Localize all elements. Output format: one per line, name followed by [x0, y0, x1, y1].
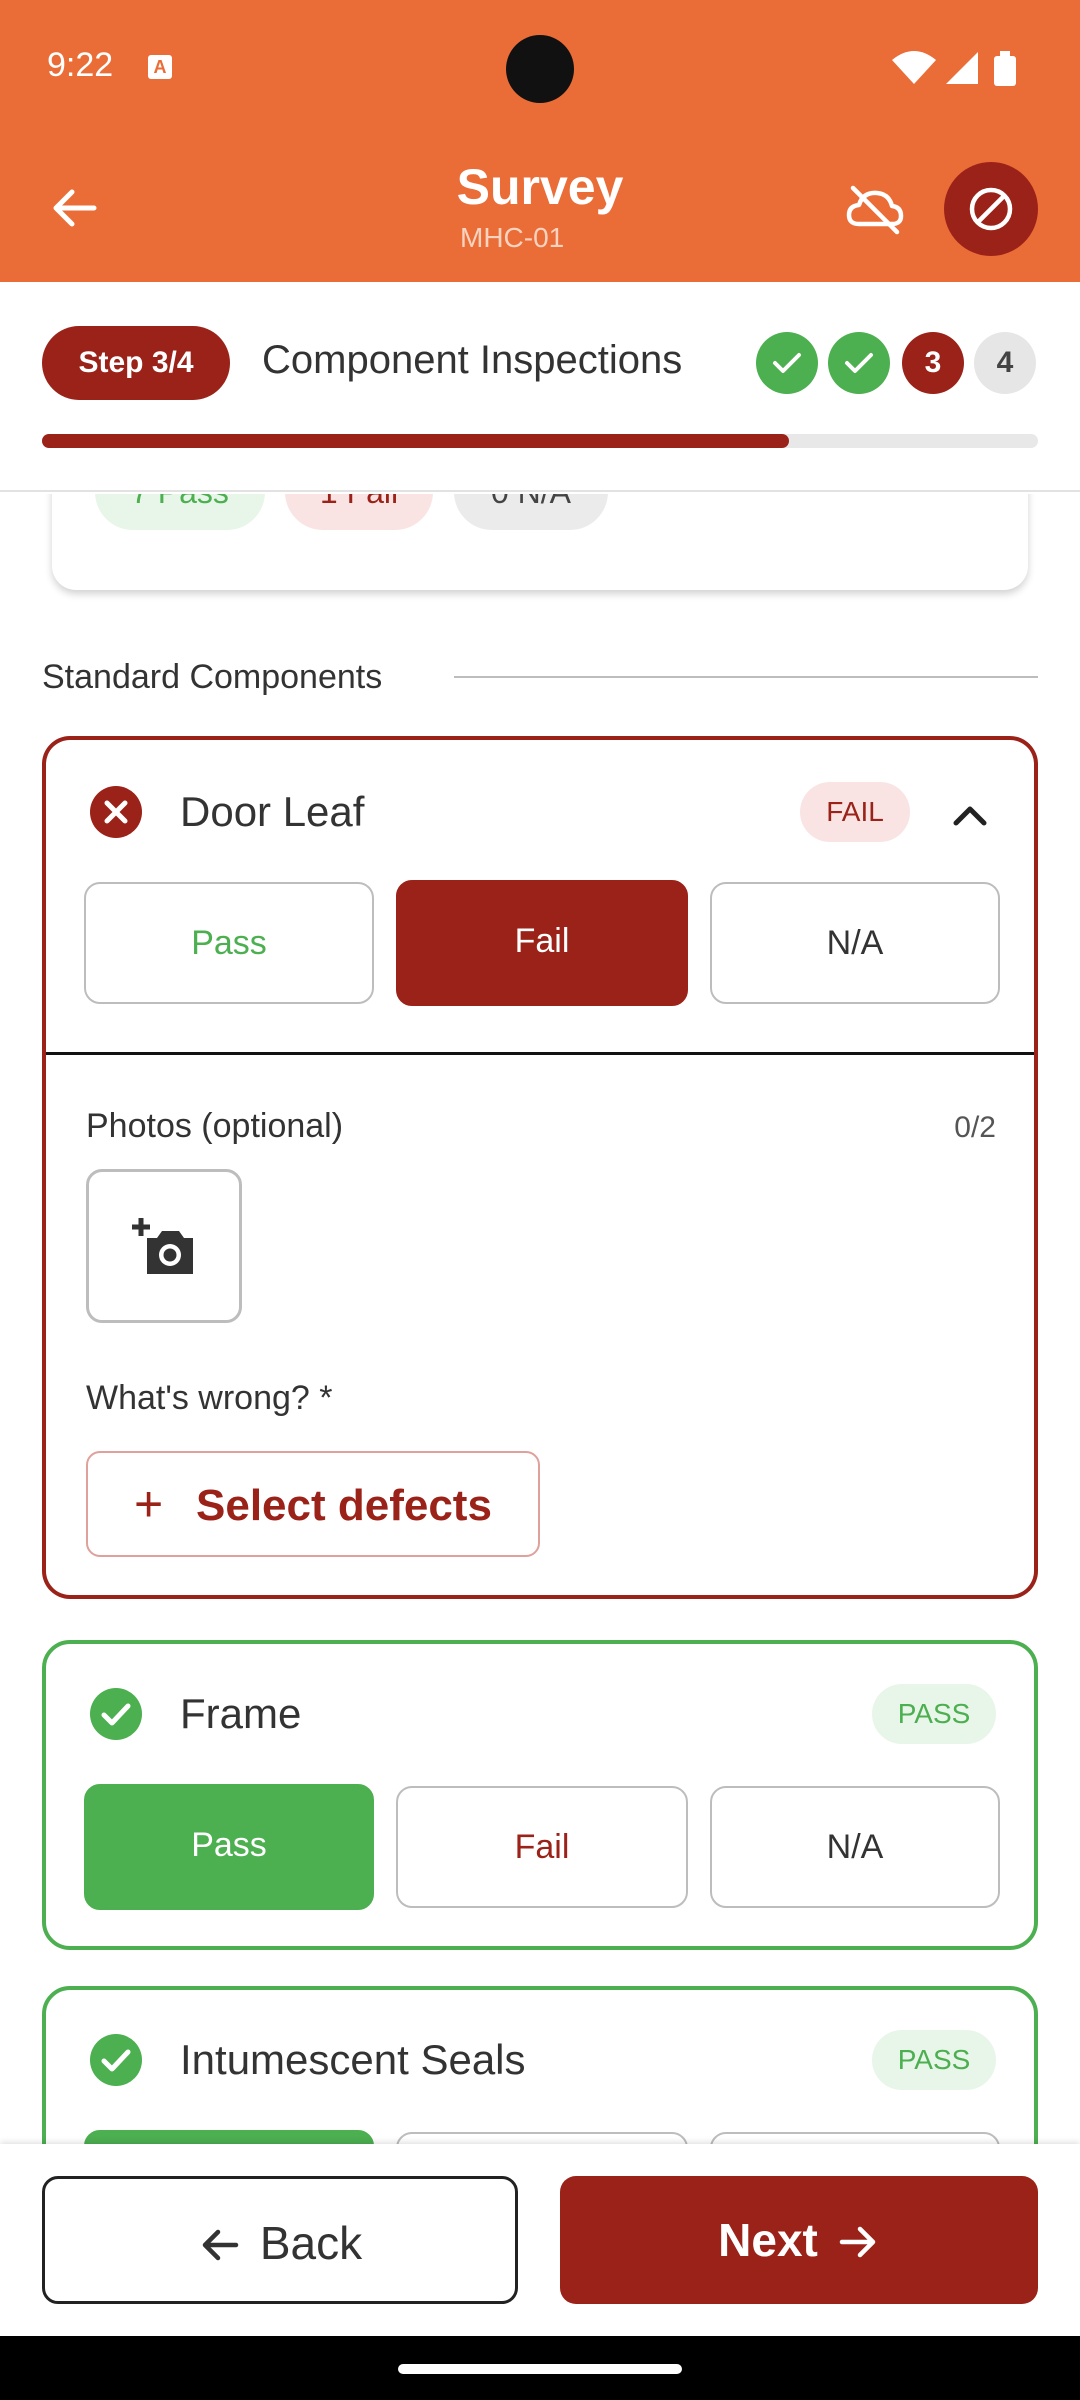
fail-button[interactable]: Fail: [396, 880, 688, 1006]
check-icon: [773, 353, 801, 373]
step-3-current: 3: [902, 332, 964, 394]
check-icon: [845, 353, 873, 373]
fail-button[interactable]: [396, 2132, 688, 2144]
add-photo-icon: [132, 1218, 193, 1274]
step-header: Step 3/4 Component Inspections 3 4: [0, 282, 1080, 492]
cancel-survey-button[interactable]: [944, 162, 1038, 256]
summary-card: 7 Pass 1 Fail 0 N/A: [52, 494, 1028, 590]
step-1-done: [756, 332, 818, 394]
fail-count-chip: 1 Fail: [285, 494, 433, 530]
select-defects-button[interactable]: + Select defects: [86, 1451, 540, 1557]
cloud-off-icon[interactable]: [845, 180, 905, 240]
na-count-chip: 0 N/A: [454, 494, 608, 530]
add-photo-button[interactable]: [86, 1169, 242, 1323]
chevron-up-icon[interactable]: [944, 790, 996, 842]
step-4-todo: 4: [974, 332, 1036, 394]
pass-badge: PASS: [872, 2030, 996, 2090]
survey-screen: 9:22 A Survey MHC-01 Step 3/4 Component …: [0, 0, 1080, 2400]
component-card-frame[interactable]: Frame PASS Pass Fail N/A: [42, 1640, 1038, 1950]
step-2-done: [828, 332, 890, 394]
fail-badge: FAIL: [800, 782, 910, 842]
back-label: Back: [259, 2217, 363, 2269]
pass-button[interactable]: Pass: [84, 882, 374, 1004]
status-icons: [892, 51, 1016, 86]
pass-button[interactable]: [84, 2130, 374, 2144]
component-name: Intumescent Seals: [180, 2036, 526, 2083]
photos-count: 0/2: [954, 1111, 996, 1144]
fail-details-panel: Photos (optional) 0/2 What's wrong? * + …: [42, 1055, 1038, 1599]
page-subtitle: MHC-01: [460, 222, 565, 253]
next-button[interactable]: Next: [560, 2176, 1038, 2304]
na-button[interactable]: N/A: [710, 1786, 1000, 1908]
next-label: Next: [718, 2214, 818, 2266]
signal-icon: [946, 52, 978, 84]
arrow-left-icon: [202, 2229, 239, 2261]
bottom-action-bar: Back Next: [0, 2144, 1080, 2336]
fail-status-icon: [90, 786, 142, 838]
pass-status-icon: [90, 2034, 142, 2086]
component-card-intumescent-seals[interactable]: Intumescent Seals PASS: [42, 1986, 1038, 2144]
select-defects-label: Select defects: [196, 1481, 492, 1530]
camera-cutout: [506, 35, 574, 103]
component-card-door-leaf[interactable]: Door Leaf FAIL Pass Fail N/A: [42, 736, 1038, 1056]
pass-button[interactable]: Pass: [84, 1784, 374, 1910]
inspection-list[interactable]: 7 Pass 1 Fail 0 N/A Standard Components …: [0, 494, 1080, 2144]
step-indicator: Step 3/4: [42, 326, 230, 400]
page-title: Survey: [456, 159, 624, 215]
home-indicator[interactable]: [398, 2364, 682, 2374]
pass-status-icon: [90, 1688, 142, 1740]
wifi-icon: [892, 51, 936, 84]
arrow-right-icon: [839, 2226, 876, 2258]
photos-label: Photos (optional): [86, 1107, 344, 1145]
step-progress-fill: [42, 434, 789, 448]
pass-badge: PASS: [872, 1684, 996, 1744]
section-divider: [454, 676, 1038, 678]
na-button[interactable]: N/A: [710, 882, 1000, 1004]
system-nav-bar: [0, 2336, 1080, 2400]
section-label: Standard Components: [42, 658, 383, 696]
plus-icon: +: [134, 1476, 164, 1532]
na-button[interactable]: [710, 2132, 1000, 2144]
battery-icon: [994, 51, 1016, 86]
a-icon: A: [148, 55, 172, 79]
pass-count-chip: 7 Pass: [95, 494, 265, 530]
component-name: Frame: [180, 1690, 302, 1737]
block-icon: [969, 187, 1013, 231]
step-title: Component Inspections: [262, 338, 683, 382]
status-time: 9:22: [47, 46, 114, 84]
whats-wrong-label: What's wrong? *: [86, 1379, 333, 1417]
component-name: Door Leaf: [180, 788, 365, 835]
fail-button[interactable]: Fail: [396, 1786, 688, 1908]
back-button[interactable]: Back: [42, 2176, 518, 2304]
app-bar: 9:22 A Survey MHC-01: [0, 0, 1080, 282]
step-progress-bar: [42, 434, 1038, 448]
